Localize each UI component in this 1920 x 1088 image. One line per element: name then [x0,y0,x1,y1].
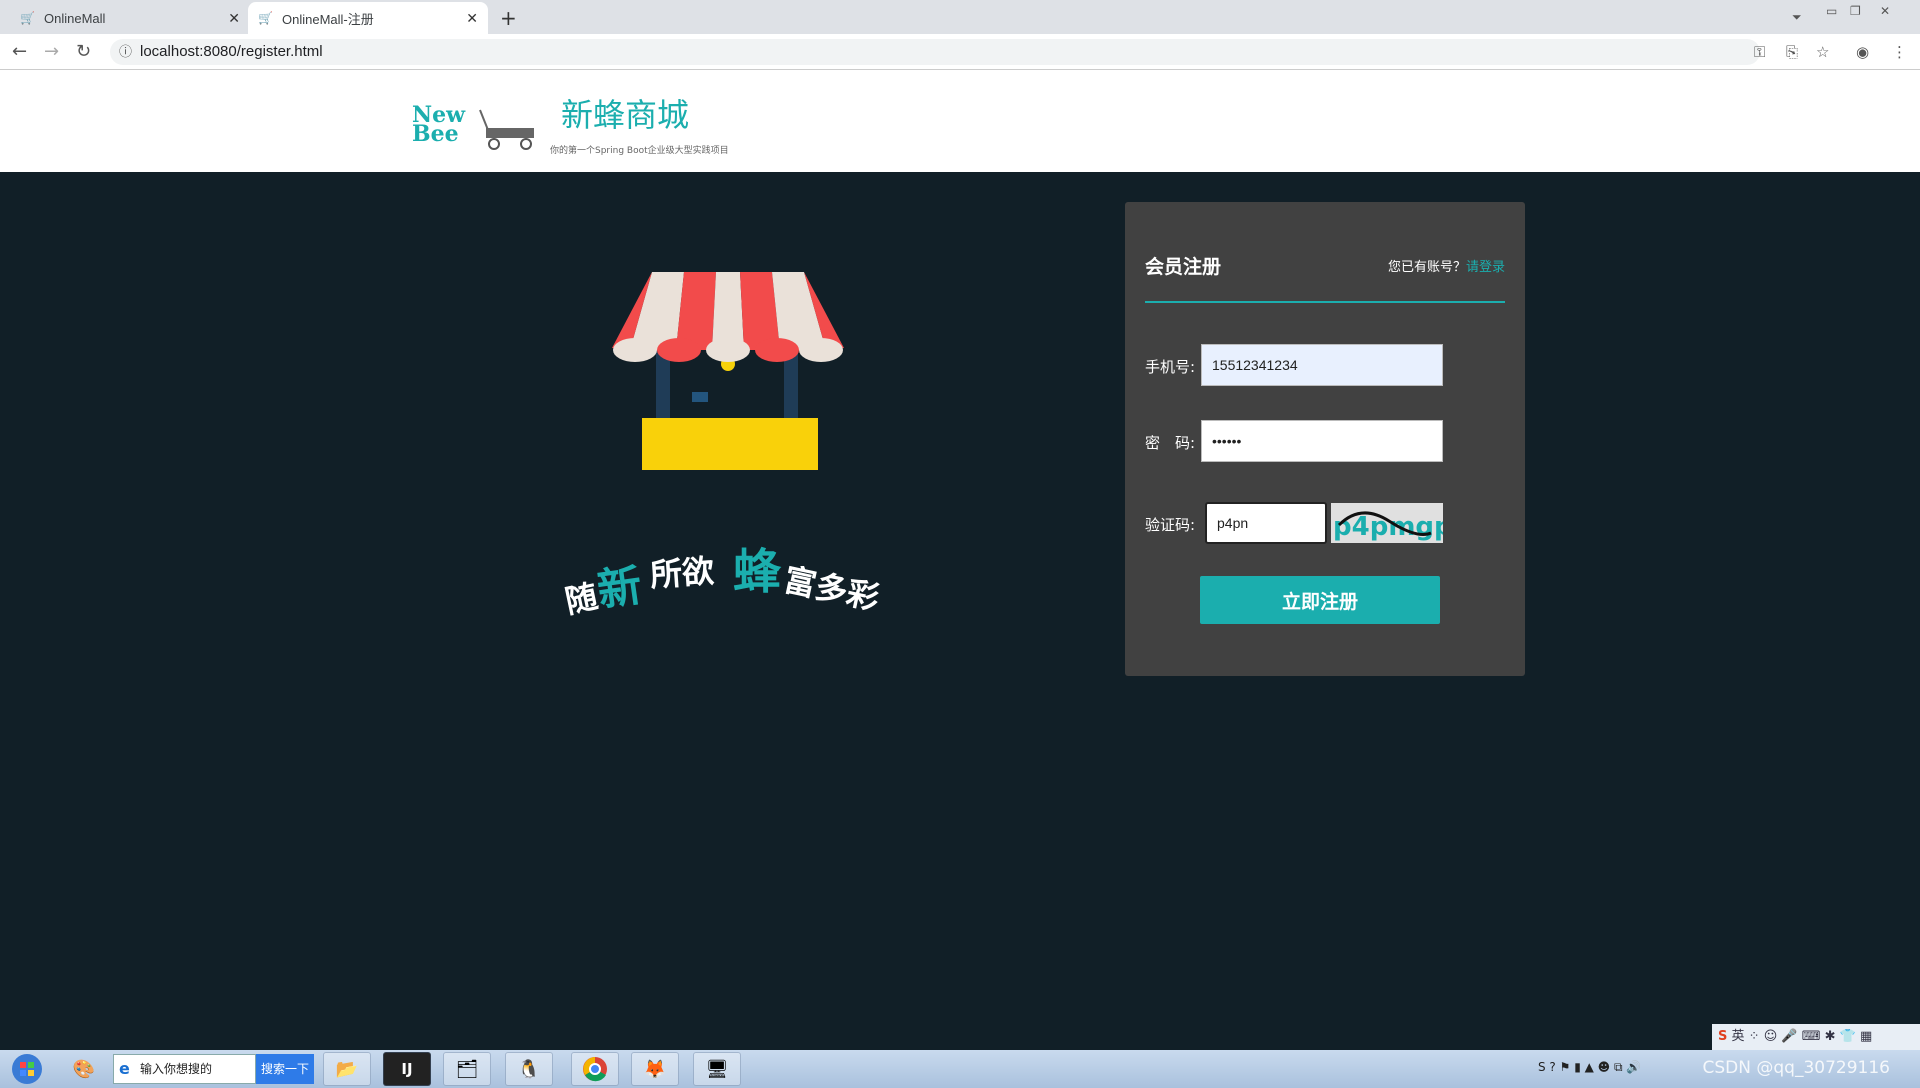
shop-favicon-icon: 🛒 [20,11,35,25]
close-tab-icon[interactable]: ✕ [466,10,478,27]
ime-language[interactable]: 英 [1732,1029,1745,1044]
close-window-button[interactable]: ✕ [1880,4,1890,18]
url-text: localhost:8080/register.html [140,43,323,60]
phone-label: 手机号: [1145,358,1196,376]
menu-icon[interactable]: ⋮ [1892,43,1907,61]
sogou-icon: S [1718,1029,1728,1044]
captcha-input[interactable] [1205,502,1327,544]
reload-icon[interactable]: ↻ [76,41,91,62]
site-slogan: 你的第一个Spring Boot企业级大型实践项目 [550,146,729,156]
firefox-icon[interactable]: 🦊 [631,1052,679,1086]
site-header: New Bee 新蜂商城 你的第一个Spring Boot企业级大型实践项目 [0,70,1920,172]
tab-register[interactable]: 🛒 OnlineMall-注册 ✕ [248,2,488,34]
profile-icon[interactable]: ◉ [1856,43,1869,61]
key-icon[interactable]: ⚿ [1754,43,1765,61]
register-title: 会员注册 [1145,256,1222,278]
tab-search-icon[interactable]: ⏷ [1792,10,1802,25]
hero-section: 随 新 所欲 蜂 富多彩 会员注册 您已有账号？请登录 手机号: 密 码: 验证… [0,172,1920,1050]
logo-text: New Bee [412,102,466,147]
register-panel: 会员注册 您已有账号？请登录 手机号: 密 码: 验证码: p4pmgp 立即注… [1125,202,1525,676]
phone-input[interactable] [1201,344,1443,386]
ime-toolbar[interactable]: S 英 ⁘ ☺ 🎤 ⌨ ✱ 👕 ▦ [1712,1024,1920,1050]
taskbar-search-button[interactable]: 搜索一下 [256,1054,314,1084]
shop-favicon-icon: 🛒 [258,11,273,25]
tray-icons[interactable]: S ? ⚑ ▮ ▲ ☻ ⧉ 🔊 [1538,1060,1641,1075]
translate-icon[interactable]: ⎘ [1786,43,1798,61]
hero-slogan: 随 新 所欲 蜂 富多彩 [561,544,883,621]
captcha-image[interactable]: p4pmgp [1331,503,1453,543]
start-button[interactable] [2,1052,52,1086]
star-icon[interactable]: ☆ [1816,43,1829,61]
explorer-icon[interactable]: 🗂 [443,1052,491,1086]
panel-divider [1145,301,1505,303]
ime-tools-icon[interactable]: ⁘ ☺ 🎤 ⌨ ✱ 👕 ▦ [1749,1029,1873,1044]
register-submit-button[interactable]: 立即注册 [1200,576,1440,624]
shop-stall-illustration [612,272,844,470]
password-input[interactable] [1201,420,1443,462]
taskbar: 🎨 e 输入你想搜的 搜索一下 📂 IJ 🗂 🐧 🦊 🖥 S ? ⚑ ▮ ▲ ☻… [0,1050,1920,1088]
taskbar-search-input[interactable]: e 输入你想搜的 [113,1054,256,1084]
qq-icon[interactable]: 🐧 [505,1052,553,1086]
captcha-label: 验证码: [1145,516,1196,534]
windows-start-icon [12,1054,42,1084]
address-bar[interactable]: ⓘ localhost:8080/register.html [110,39,1760,65]
password-label: 密 码: [1145,434,1196,452]
tab-title: OnlineMall [44,10,106,26]
tab-title: OnlineMall-注册 [282,11,374,27]
browser-toolbar: ← → ↻ ⓘ localhost:8080/register.html ⚿ ⎘… [0,34,1920,70]
info-icon[interactable]: ⓘ [119,39,132,65]
minimize-button[interactable]: ▭ [1826,4,1837,18]
back-icon[interactable]: ← [12,41,27,62]
chrome-icon[interactable] [571,1052,619,1086]
login-hint: 您已有账号？请登录 [1387,260,1505,275]
watermark: CSDN @qq_30729116 [1702,1058,1890,1078]
site-title: 新蜂商城 [561,96,690,134]
login-link[interactable]: 请登录 [1466,260,1505,275]
ie-icon: e [119,1059,130,1078]
colorful-app-icon[interactable]: 🎨 [60,1052,108,1086]
restore-button[interactable]: ❐ [1850,4,1861,18]
close-tab-icon[interactable]: ✕ [228,10,240,27]
site-logo[interactable]: New Bee [412,102,537,150]
new-tab-button[interactable]: + [500,6,517,30]
cart-logo-icon [479,109,534,150]
tab-onlinemall[interactable]: 🛒 OnlineMall ✕ [10,2,250,34]
browser-tab-bar: 🛒 OnlineMall ✕ 🛒 OnlineMall-注册 ✕ + ⏷ ▭ ❐… [0,0,1920,34]
system-tray: S ? ⚑ ▮ ▲ ☻ ⧉ 🔊 CSDN @qq_30729116 [1530,1050,1920,1088]
forward-icon[interactable]: → [44,41,59,62]
folder-app-icon[interactable]: 📂 [323,1052,371,1086]
screenshot-tool-icon[interactable]: 🖥 [693,1052,741,1086]
intellij-icon[interactable]: IJ [383,1052,431,1086]
